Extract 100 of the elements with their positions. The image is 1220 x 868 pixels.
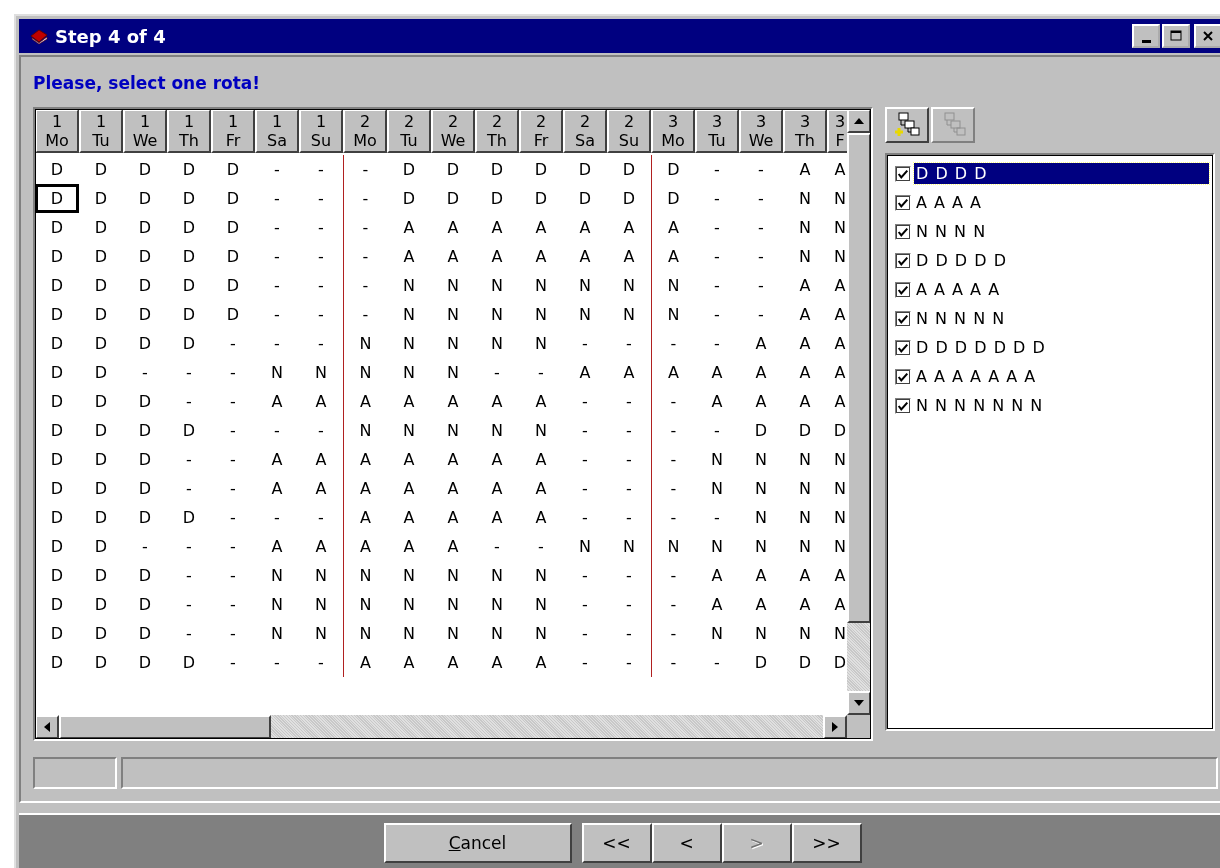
table-cell[interactable]: D	[123, 590, 167, 619]
table-cell[interactable]: D	[123, 648, 167, 677]
checkbox[interactable]	[895, 165, 911, 182]
table-cell[interactable]: A	[255, 474, 299, 503]
table-cell[interactable]: N	[739, 532, 783, 561]
table-cell[interactable]: -	[211, 358, 255, 387]
rota-item[interactable]: N N N N N N N	[914, 395, 1047, 416]
table-cell[interactable]: D	[123, 329, 167, 358]
table-cell[interactable]: N	[255, 619, 299, 648]
column-header[interactable]: 2 Mo	[343, 109, 387, 153]
table-cell[interactable]: -	[299, 503, 343, 532]
table-cell[interactable]: -	[739, 155, 783, 184]
column-header[interactable]: 2 Fr	[519, 109, 563, 153]
table-cell[interactable]: A	[431, 213, 475, 242]
table-cell[interactable]: -	[607, 561, 651, 590]
table-cell[interactable]: A	[651, 242, 695, 271]
table-cell[interactable]: -	[695, 271, 739, 300]
table-cell[interactable]: A	[519, 213, 563, 242]
table-cell[interactable]: D	[35, 155, 79, 184]
table-cell[interactable]: D	[79, 184, 123, 213]
table-cell[interactable]: A	[343, 503, 387, 532]
table-cell[interactable]: D	[35, 329, 79, 358]
table-cell[interactable]: N	[343, 619, 387, 648]
table-cell[interactable]: N	[519, 590, 563, 619]
rota-item[interactable]: N N N N N	[914, 308, 1009, 329]
table-cell[interactable]: D	[167, 329, 211, 358]
table-cell[interactable]: N	[783, 184, 827, 213]
table-cell[interactable]: -	[695, 329, 739, 358]
horizontal-scrollbar[interactable]	[35, 715, 847, 739]
table-cell[interactable]: N	[827, 184, 847, 213]
table-cell[interactable]: N	[783, 474, 827, 503]
table-cell[interactable]: D	[211, 271, 255, 300]
table-cell[interactable]: N	[387, 329, 431, 358]
table-cell[interactable]: A	[431, 445, 475, 474]
table-cell[interactable]: D	[167, 242, 211, 271]
table-cell[interactable]: D	[167, 184, 211, 213]
table-cell[interactable]: A	[431, 532, 475, 561]
table-cell[interactable]: D	[167, 300, 211, 329]
column-header[interactable]: 2 Th	[475, 109, 519, 153]
table-cell[interactable]: -	[255, 648, 299, 677]
table-cell[interactable]: N	[387, 416, 431, 445]
rota-item[interactable]: A A A A A	[914, 279, 1004, 300]
checkbox[interactable]	[895, 223, 911, 240]
table-cell[interactable]: A	[387, 242, 431, 271]
table-cell[interactable]: D	[123, 445, 167, 474]
table-cell[interactable]: -	[651, 648, 695, 677]
table-cell[interactable]: N	[607, 532, 651, 561]
table-cell[interactable]: D	[211, 213, 255, 242]
table-cell[interactable]: N	[783, 532, 827, 561]
checkbox[interactable]	[895, 281, 911, 298]
table-cell[interactable]: A	[739, 590, 783, 619]
table-cell[interactable]: A	[387, 474, 431, 503]
table-cell[interactable]: D	[123, 387, 167, 416]
table-cell[interactable]: -	[211, 387, 255, 416]
column-header[interactable]: 2 We	[431, 109, 475, 153]
table-cell[interactable]: A	[519, 387, 563, 416]
table-cell[interactable]: -	[651, 590, 695, 619]
table-cell[interactable]: -	[343, 300, 387, 329]
table-cell[interactable]: A	[783, 271, 827, 300]
table-cell[interactable]: D	[211, 242, 255, 271]
table-cell[interactable]: D	[123, 300, 167, 329]
table-cell[interactable]: D	[167, 213, 211, 242]
table-cell[interactable]: A	[343, 474, 387, 503]
table-cell[interactable]: D	[35, 184, 79, 213]
checkbox[interactable]	[895, 339, 911, 356]
table-cell[interactable]: D	[79, 445, 123, 474]
table-cell[interactable]: -	[607, 329, 651, 358]
table-cell[interactable]: -	[167, 561, 211, 590]
table-cell[interactable]: A	[387, 648, 431, 677]
table-cell[interactable]: D	[79, 619, 123, 648]
table-cell[interactable]: -	[211, 474, 255, 503]
table-cell[interactable]: A	[607, 213, 651, 242]
table-cell[interactable]: N	[563, 271, 607, 300]
table-cell[interactable]: A	[431, 242, 475, 271]
table-cell[interactable]: D	[651, 184, 695, 213]
table-cell[interactable]: -	[255, 271, 299, 300]
table-cell[interactable]: -	[695, 648, 739, 677]
table-cell[interactable]: -	[299, 242, 343, 271]
table-cell[interactable]: N	[783, 242, 827, 271]
column-header[interactable]: 1 Su	[299, 109, 343, 153]
table-cell[interactable]: N	[431, 561, 475, 590]
table-cell[interactable]: A	[695, 590, 739, 619]
table-cell[interactable]: D	[79, 213, 123, 242]
table-cell[interactable]: N	[827, 242, 847, 271]
table-cell[interactable]: A	[299, 445, 343, 474]
table-cell[interactable]: A	[519, 474, 563, 503]
table-cell[interactable]: D	[167, 155, 211, 184]
table-cell[interactable]: D	[827, 416, 847, 445]
table-cell[interactable]: D	[431, 155, 475, 184]
table-cell[interactable]: -	[211, 503, 255, 532]
table-cell[interactable]: A	[255, 532, 299, 561]
table-cell[interactable]: A	[783, 387, 827, 416]
table-cell[interactable]: A	[607, 242, 651, 271]
navigation-button[interactable]: <<	[581, 823, 652, 863]
table-cell[interactable]: D	[475, 184, 519, 213]
table-cell[interactable]: N	[387, 561, 431, 590]
table-cell[interactable]: A	[255, 387, 299, 416]
vertical-scrollbar[interactable]	[847, 109, 871, 715]
table-cell[interactable]: N	[299, 358, 343, 387]
table-cell[interactable]: D	[123, 474, 167, 503]
